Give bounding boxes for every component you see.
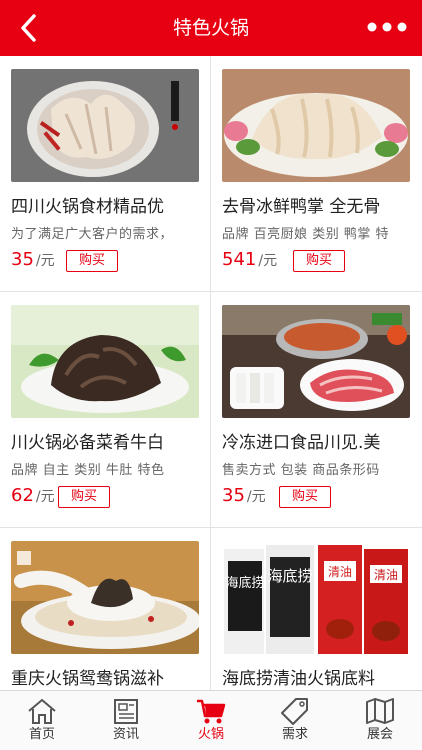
product-price: 35/元 (222, 484, 266, 508)
product-name: 川火锅必备菜肴牛白 (11, 433, 164, 453)
tag-icon (281, 698, 308, 725)
buy-button[interactable]: 购买 (58, 486, 110, 508)
tab-home[interactable]: 首页 (0, 691, 84, 750)
product-image (11, 541, 199, 654)
product-image: 海底捞 海底捞 清油 清油 (222, 541, 410, 654)
buy-button[interactable]: 购买 (279, 486, 331, 508)
product-card[interactable]: 四川火锅食材精品优 为了满足广大客户的需求， 35/元 购买 (0, 56, 211, 292)
product-image (11, 305, 199, 418)
product-desc: 为了满足广大客户的需求， (11, 227, 174, 242)
product-card[interactable]: 川火锅必备菜肴牛白 品牌 自主 类别 牛肚 特色 62/元 购买 (0, 292, 211, 528)
pack-text: 清油 (328, 565, 352, 579)
tab-demand[interactable]: 需求 (253, 691, 337, 750)
buy-button[interactable]: 购买 (293, 250, 345, 272)
buy-button[interactable]: 购买 (66, 250, 118, 272)
product-desc: 售卖方式 包装 商品条形码 (222, 463, 380, 478)
product-image (222, 305, 410, 418)
product-image (11, 69, 199, 182)
tab-label: 火锅 (197, 727, 224, 742)
home-icon (28, 698, 56, 724)
price-value: 541 (222, 249, 257, 270)
more-button[interactable] (364, 12, 410, 42)
tab-news[interactable]: 资讯 (84, 691, 168, 750)
product-grid: 四川火锅食材精品优 为了满足广大客户的需求， 35/元 购买 去骨冰鲜鸭掌 全无 (0, 56, 422, 690)
product-name: 去骨冰鲜鸭掌 全无骨 (222, 197, 381, 217)
product-card[interactable]: 去骨冰鲜鸭掌 全无骨 品牌 百亮厨娘 类别 鸭掌 特 541/元 购买 (211, 56, 422, 292)
bottom-tab-bar: 首页 资讯 火锅 需求 展会 (0, 690, 422, 750)
tab-label: 首页 (28, 727, 55, 742)
product-name: 冷冻进口食品川见.美 (222, 433, 381, 453)
price-unit: /元 (35, 489, 55, 505)
product-name: 重庆火锅鸳鸯锅滋补 (11, 669, 164, 689)
app-root: 特色火锅 四川火锅食材精品优 为了满足广大客户的需求， 35 /元 购买 去骨冰… (0, 0, 422, 750)
price-value: 35 (222, 485, 245, 506)
price-unit: /元 (246, 489, 266, 505)
pack-text: 海底捞 (267, 567, 312, 585)
product-price: 62/元 (11, 484, 55, 508)
product-price: 35/元 (11, 248, 55, 272)
tab-label: 需求 (281, 727, 308, 742)
tab-hotpot[interactable]: 火锅 (169, 691, 253, 750)
product-card[interactable]: 冷冻进口食品川见.美 售卖方式 包装 商品条形码 35/元 购买 (211, 292, 422, 528)
tab-label: 展会 (366, 727, 393, 742)
tab-label: 资讯 (112, 727, 139, 742)
product-desc: 品牌 百亮厨娘 类别 鸭掌 特 (222, 227, 390, 242)
product-card[interactable]: 海底捞 海底捞 清油 清油 海底捞清油火锅底料 (211, 528, 422, 690)
pack-text: 海底捞 (225, 575, 264, 591)
product-name: 四川火锅食材精品优 (11, 197, 164, 217)
price-value: 62 (11, 485, 34, 506)
product-price: 541/元 (222, 248, 277, 272)
more-dots-icon (367, 22, 407, 32)
price-unit: /元 (258, 253, 278, 269)
product-image (222, 69, 410, 182)
news-icon (114, 699, 138, 724)
product-card[interactable]: 重庆火锅鸳鸯锅滋补 (0, 528, 211, 690)
map-icon (366, 698, 394, 724)
cart-icon (197, 699, 226, 724)
top-bar: 特色火锅 (0, 0, 422, 56)
page-title: 特色火锅 (172, 17, 249, 39)
pack-text: 清油 (374, 568, 398, 582)
price-unit: /元 (35, 253, 55, 269)
product-name: 海底捞清油火锅底料 (222, 669, 375, 689)
product-desc: 品牌 自主 类别 牛肚 特色 (11, 463, 165, 478)
tab-exhibition[interactable]: 展会 (338, 691, 422, 750)
price-value: 35 (11, 249, 34, 270)
